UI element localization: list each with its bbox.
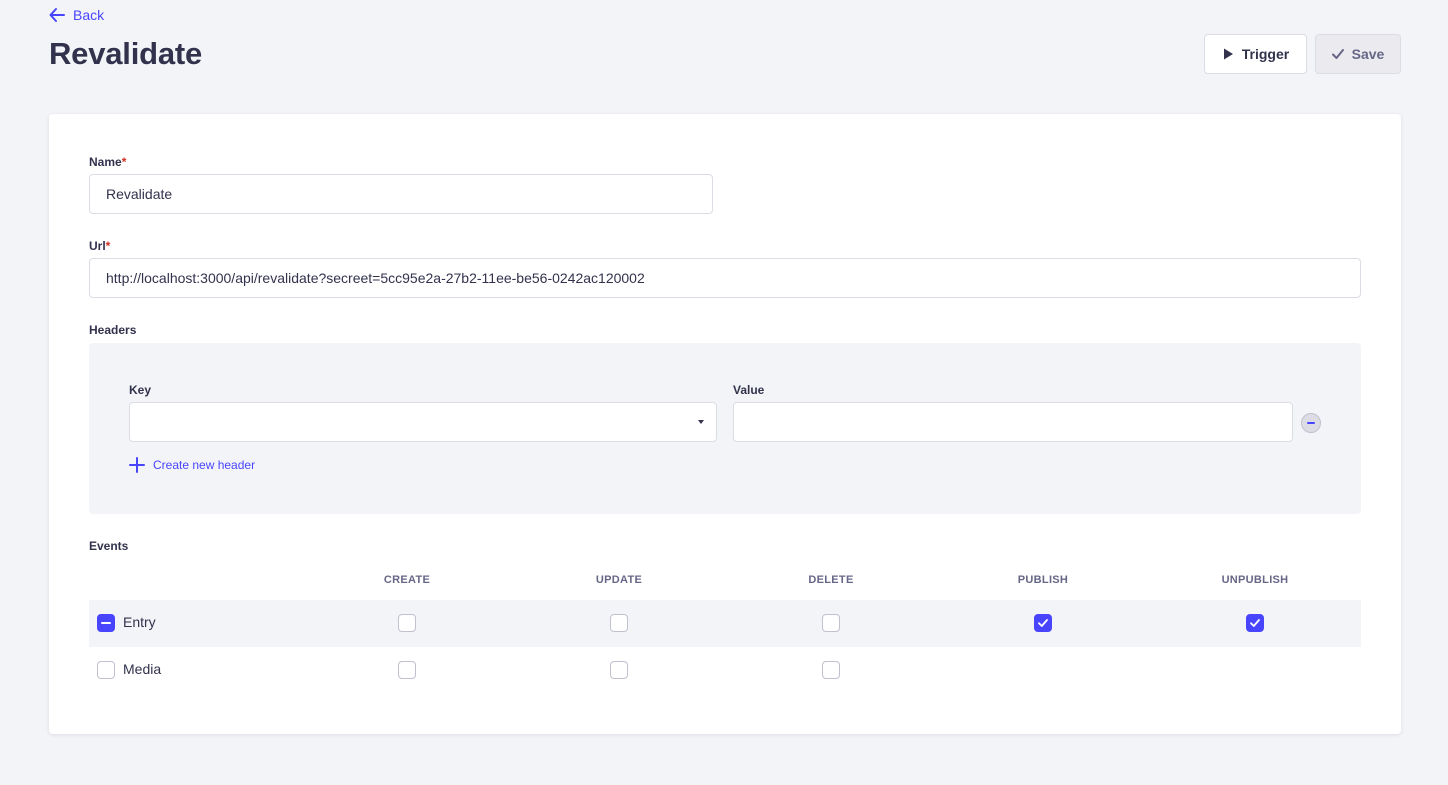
column-unpublish: UNPUBLISH	[1221, 574, 1289, 586]
entry-create-checkbox[interactable]	[398, 614, 416, 632]
caret-down-icon	[698, 420, 704, 424]
minus-icon	[101, 622, 111, 624]
save-button[interactable]: Save	[1315, 34, 1401, 74]
event-row-media: Media	[89, 647, 1361, 694]
value-label: Value	[733, 383, 765, 397]
arrow-left-icon	[49, 8, 65, 22]
header-value-input[interactable]	[733, 402, 1293, 442]
media-delete-checkbox[interactable]	[822, 661, 840, 679]
name-label: Name*	[89, 155, 127, 169]
entry-label: Entry	[123, 614, 156, 630]
create-header-label: Create new header	[153, 458, 256, 472]
media-update-checkbox[interactable]	[610, 661, 628, 679]
media-create-checkbox[interactable]	[398, 661, 416, 679]
check-icon	[1331, 49, 1344, 59]
save-label: Save	[1351, 46, 1385, 62]
url-input[interactable]: http://localhost:3000/api/revalidate?sec…	[89, 258, 1361, 298]
column-publish: PUBLISH	[1017, 574, 1069, 586]
entry-publish-checkbox[interactable]	[1034, 614, 1052, 632]
headers-label: Headers	[89, 323, 137, 337]
url-label: Url*	[89, 239, 111, 253]
remove-header-button[interactable]	[1301, 413, 1321, 433]
entry-delete-checkbox[interactable]	[822, 614, 840, 632]
column-update: UPDATE	[595, 574, 643, 586]
back-label: Back	[73, 7, 105, 23]
column-create: CREATE	[383, 574, 431, 586]
back-link[interactable]: Back	[49, 7, 104, 23]
page-title: Revalidate	[49, 36, 203, 71]
check-icon	[1250, 619, 1260, 627]
key-label: Key	[129, 383, 152, 397]
header-key-select[interactable]	[129, 402, 717, 442]
headers-panel: Key Value Create new header	[89, 343, 1361, 514]
events-label: Events	[89, 539, 129, 553]
check-icon	[1038, 619, 1048, 627]
entry-select-all-checkbox[interactable]	[97, 614, 115, 632]
webhook-form-card: Name* Revalidate Url* http://localhost:3…	[49, 114, 1401, 734]
entry-unpublish-checkbox[interactable]	[1246, 614, 1264, 632]
column-delete: DELETE	[808, 574, 854, 586]
name-input[interactable]: Revalidate	[89, 174, 713, 214]
media-label: Media	[123, 661, 162, 677]
trigger-label: Trigger	[1241, 46, 1290, 62]
event-row-entry: Entry	[89, 600, 1361, 647]
create-new-header-button[interactable]: Create new header	[129, 457, 255, 473]
media-select-all-checkbox[interactable]	[97, 661, 115, 679]
plus-icon	[129, 457, 145, 473]
entry-update-checkbox[interactable]	[610, 614, 628, 632]
minus-icon	[1307, 422, 1315, 424]
play-icon	[1223, 48, 1233, 60]
trigger-button[interactable]: Trigger	[1204, 34, 1307, 74]
